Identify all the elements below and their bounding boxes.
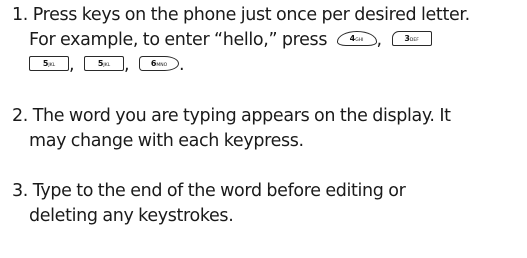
step-text: deleting any keystrokes. (29, 206, 234, 226)
step-1-line-3: 5JKL, 5JKL, 6MNO. (12, 53, 524, 78)
separator: , (124, 55, 130, 75)
step-2-line-1: 2. The word you are typing appears on th… (12, 104, 524, 129)
list-item-step-2: 2. The word you are typing appears on th… (12, 104, 524, 154)
separator: , (376, 30, 383, 50)
key-6-icon: 6MNO (139, 55, 180, 71)
key-5-icon: 5JKL (84, 55, 125, 71)
key-3-icon: 3DEF (391, 30, 432, 46)
step-number: 2. (12, 106, 28, 126)
step-2-line-2: may change with each keypress. (12, 129, 524, 154)
key-5-icon: 5JKL (29, 55, 69, 71)
step-number: 3. (12, 181, 28, 201)
terminator: . (179, 55, 185, 75)
separator: , (69, 55, 75, 75)
step-text: may change with each keypress. (29, 131, 304, 151)
step-1-line-1: 1. Press keys on the phone just once per… (12, 3, 524, 28)
key-4-icon: 4GHI (336, 30, 377, 46)
step-text: The word you are typing appears on the d… (32, 106, 451, 126)
list-item-step-3: 3. Type to the end of the word before ed… (12, 179, 524, 229)
step-text: For example, to enter “hello,” press (29, 30, 328, 50)
step-text: Type to the end of the word before editi… (32, 181, 406, 201)
list-item-step-1: 1. Press keys on the phone just once per… (12, 3, 524, 78)
instruction-list: 1. Press keys on the phone just once per… (0, 0, 527, 258)
step-3-line-1: 3. Type to the end of the word before ed… (12, 179, 524, 204)
step-3-line-2: deleting any keystrokes. (12, 204, 524, 229)
step-text: Press keys on the phone just once per de… (32, 5, 470, 25)
step-1-line-2: For example, to enter “hello,” press 4GH… (12, 28, 524, 53)
step-number: 1. (12, 5, 28, 25)
